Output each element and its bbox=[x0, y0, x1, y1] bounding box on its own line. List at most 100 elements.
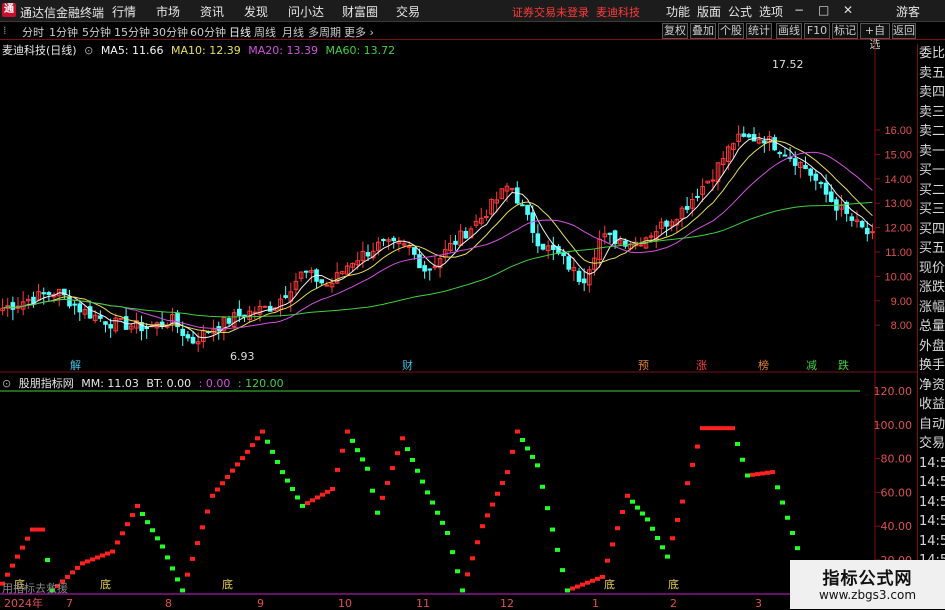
period-tab-weekly[interactable]: 周线 bbox=[254, 24, 276, 40]
bottom-signal-label-2: 底 bbox=[222, 577, 233, 591]
period-tab-15min[interactable]: 15分钟 bbox=[114, 24, 150, 40]
menu-item-ask[interactable]: 问小达 bbox=[288, 3, 324, 20]
osc-bar-250 bbox=[250, 443, 255, 448]
period-tab-daily[interactable]: 日线 bbox=[229, 24, 251, 40]
candle-body-129 bbox=[664, 220, 669, 227]
statistics-button[interactable]: 统计 bbox=[746, 23, 772, 39]
trade-status[interactable]: 证券交易未登录 麦迪科技 bbox=[512, 4, 640, 20]
menu-layout[interactable]: 版面 bbox=[697, 3, 721, 20]
watermark-title: 指标公式网 bbox=[822, 569, 913, 589]
price-tick-label-6: 10.00 bbox=[884, 271, 912, 283]
menu-item-discover[interactable]: 发现 bbox=[244, 3, 268, 20]
osc-bar-400 bbox=[400, 436, 405, 441]
osc-bar-155 bbox=[155, 536, 160, 541]
osc-bar-790 bbox=[790, 530, 795, 535]
f10-button[interactable]: F10 bbox=[804, 23, 830, 39]
osc-bar-35 bbox=[35, 527, 40, 532]
quote-field-14: 总量 bbox=[919, 319, 945, 334]
candle-body-168 bbox=[864, 227, 870, 235]
osc-bar-725 bbox=[725, 426, 730, 431]
restore-rights-button[interactable]: 复权 bbox=[662, 23, 688, 39]
period-tab-more[interactable]: 更多 › bbox=[344, 24, 374, 40]
menu-function[interactable]: 功能 bbox=[666, 3, 690, 20]
candle-body-156 bbox=[803, 165, 808, 169]
candle-body-148 bbox=[762, 140, 767, 144]
osc-bar-360 bbox=[360, 457, 365, 462]
osc-bar-550 bbox=[550, 527, 555, 532]
candle-body-83 bbox=[427, 268, 433, 271]
quote-field-1: 卖五 bbox=[919, 65, 945, 81]
overlay-button[interactable]: 叠加 bbox=[690, 23, 716, 39]
osc-bar-470 bbox=[470, 556, 475, 561]
quote-field-5: 卖一 bbox=[919, 143, 945, 159]
candle-body-150 bbox=[772, 137, 777, 151]
app-logo-icon: 通 bbox=[2, 3, 16, 17]
timeline-label-6: 12 bbox=[500, 597, 514, 609]
quote-field-20: 交易 bbox=[919, 436, 945, 451]
add-watchlist-button[interactable]: +自选 bbox=[860, 23, 890, 51]
draw-line-button[interactable]: 画线 bbox=[776, 23, 802, 39]
osc-bar-85 bbox=[85, 559, 90, 564]
period-tab-5min[interactable]: 5分钟 bbox=[82, 24, 111, 40]
osc-bar-560 bbox=[560, 568, 565, 573]
menu-item-news[interactable]: 资讯 bbox=[200, 3, 224, 20]
oscillator-series: 底底底底底2024年 7 8 9 10 11 12 1 2 3 bbox=[0, 390, 860, 609]
menu-options[interactable]: 选项 bbox=[759, 3, 783, 20]
candle-body-62 bbox=[319, 279, 324, 284]
menu-item-wealth[interactable]: 财富圈 bbox=[342, 3, 378, 20]
candle-body-165 bbox=[849, 216, 855, 221]
chart-area[interactable]: 17.52 6.93 解 财 预 涨 榜 减 跌 16.00 15.00 14.00 13.00 12.… bbox=[0, 40, 917, 609]
period-tab-intraday[interactable]: 分时 bbox=[22, 24, 44, 40]
osc-bar-300 bbox=[300, 503, 305, 508]
guest-button[interactable]: 游客 bbox=[896, 3, 920, 20]
period-tab-monthly[interactable]: 月线 bbox=[282, 24, 304, 40]
osc-bar-245 bbox=[245, 449, 250, 454]
menu-item-markets[interactable]: 市场 bbox=[156, 3, 180, 20]
menu-bar: 通 通达信金融终端 行情 市场 资讯 发现 问小达 财富圈 交易 证券交易未登录… bbox=[0, 0, 945, 22]
osc-bar-240 bbox=[240, 456, 245, 461]
price-tick-label-4: 12.00 bbox=[884, 223, 912, 235]
close-icon[interactable]: ✕ bbox=[843, 3, 853, 17]
period-tab-1min[interactable]: 1分钟 bbox=[49, 24, 78, 40]
menu-formula[interactable]: 公式 bbox=[728, 3, 752, 20]
osc-bar-445 bbox=[445, 530, 450, 535]
ma10-line bbox=[2, 140, 873, 334]
osc-bar-5 bbox=[5, 572, 10, 577]
event-marker-4: 榜 bbox=[758, 358, 769, 372]
timeline-label-3: 9 bbox=[257, 597, 264, 609]
osc-bar-680 bbox=[680, 499, 685, 504]
osc-bar-515 bbox=[515, 429, 520, 434]
osc-tick-label-2: 80.00 bbox=[881, 453, 913, 466]
osc-bar-480 bbox=[480, 524, 485, 529]
period-tab-30min[interactable]: 30分钟 bbox=[152, 24, 188, 40]
osc-bar-110 bbox=[110, 549, 115, 554]
osc-bar-90 bbox=[90, 557, 95, 562]
menu-item-market[interactable]: 行情 bbox=[112, 3, 136, 20]
back-button[interactable]: 返回 bbox=[892, 23, 916, 39]
candle-body-46 bbox=[237, 308, 242, 316]
period-tab-60min[interactable]: 60分钟 bbox=[190, 24, 226, 40]
individual-stock-button[interactable]: 个股 bbox=[718, 23, 744, 39]
osc-bar-45 bbox=[45, 558, 50, 562]
quote-panel[interactable]: 委比 卖五 卖四 卖三 卖二 卖一 买一 买二 买三 买四 买五 现价 涨跌 涨幅 总量 外盘 换手 净资 收益 自动… bbox=[917, 44, 945, 609]
candle-body-21 bbox=[108, 324, 113, 329]
candle-body-101 bbox=[520, 204, 525, 207]
quote-field-4: 卖二 bbox=[919, 124, 945, 139]
price-tick-label-0: 16.00 bbox=[884, 125, 912, 137]
maximize-icon[interactable]: □ bbox=[818, 3, 829, 17]
bottom-signal-label-4: 底 bbox=[668, 577, 679, 591]
candle-body-2 bbox=[10, 302, 16, 310]
osc-bar-585 bbox=[585, 580, 590, 585]
mark-button[interactable]: 标记 bbox=[832, 23, 858, 39]
osc-bar-505 bbox=[505, 470, 510, 475]
osc-bar-430 bbox=[430, 500, 435, 505]
osc-bar-495 bbox=[495, 491, 500, 496]
period-tab-multi[interactable]: 多周期 bbox=[308, 24, 341, 40]
osc-bar-530 bbox=[530, 454, 535, 459]
osc-tick-label-1: 100.00 bbox=[874, 419, 913, 432]
osc-bar-740 bbox=[740, 457, 745, 462]
minimize-icon[interactable]: − bbox=[794, 3, 804, 17]
candle-body-59 bbox=[303, 270, 309, 273]
menu-item-trade[interactable]: 交易 bbox=[396, 3, 420, 20]
candle-body-88 bbox=[453, 240, 458, 245]
